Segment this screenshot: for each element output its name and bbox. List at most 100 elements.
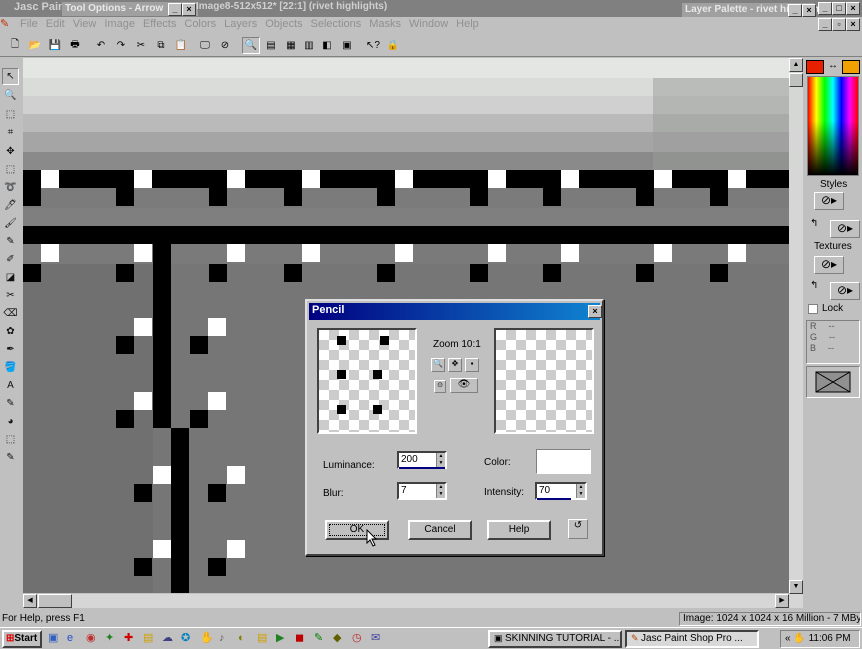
swap-textures-icon[interactable]: ↰ [810,280,818,291]
menu-view[interactable]: View [69,17,101,31]
object-selector-tool-icon[interactable]: ⬚ [2,431,19,448]
minimize-button[interactable]: _ [788,4,802,17]
quick-launch-tool-icon[interactable]: ✦ [105,632,118,645]
move-tool-icon[interactable]: ✥ [2,143,19,160]
monitor-icon[interactable]: 🖵 [196,37,214,54]
minimize-button[interactable]: _ [168,3,182,16]
after-preview[interactable] [494,328,594,434]
paste-icon[interactable]: 📋 [172,37,190,54]
paintbrush-tool-icon[interactable]: 🖌 [2,215,19,232]
clone-tool-icon[interactable]: ✎ [2,233,19,250]
new-icon[interactable]: 🗋 [6,37,24,54]
lock-checkbox[interactable] [808,304,818,314]
maximize-button[interactable]: □ [832,2,846,15]
textures-none-icon[interactable]: ⊘▸ [814,256,844,274]
quick-launch-run-icon[interactable]: ▶ [276,632,289,645]
swap-styles-icon[interactable]: ↰ [810,218,818,229]
zoom-out-icon[interactable]: ▪ [465,358,479,372]
eraser-tool-icon[interactable]: ⌫ [2,305,19,322]
deform-tool-icon[interactable]: ⬚ [2,106,19,123]
options-icon[interactable]: ▤ [262,37,280,54]
menu-edit[interactable]: Edit [42,17,69,31]
no-icon[interactable]: ⊘ [216,37,234,54]
minimize-button[interactable]: _ [818,18,832,31]
menu-selections[interactable]: Selections [307,17,366,31]
scroll-right-arrow[interactable]: ▶ [775,594,789,608]
quick-launch-app-icon[interactable]: ◉ [86,632,99,645]
quick-launch-star-icon[interactable]: ✪ [181,632,194,645]
close-button[interactable]: × [802,4,816,17]
scroll-thumb[interactable] [789,73,803,87]
menu-layers[interactable]: Layers [220,17,261,31]
vertical-scrollbar[interactable]: ▲ ▼ [789,58,803,595]
help-pointer-icon[interactable]: ↖? [364,37,382,54]
minimize-button[interactable]: _ [818,2,832,15]
scroll-up-arrow[interactable]: ▲ [789,58,803,72]
luminance-input[interactable]: 200 ▲ ▼ [397,451,447,469]
quick-launch-clock-icon[interactable]: ◷ [352,632,365,645]
close-button[interactable]: × [846,18,860,31]
before-preview[interactable] [317,328,417,434]
cut-icon[interactable]: ✂ [132,37,150,54]
close-button[interactable]: × [182,3,196,16]
undo-icon[interactable]: ↶ [92,37,110,54]
quick-launch-folder-icon[interactable]: ▤ [143,632,156,645]
color-picker[interactable] [807,76,859,176]
lock-icon[interactable]: 🔒 [384,37,402,54]
text-tool-icon[interactable]: A [2,377,19,394]
spinner-icon[interactable]: ▲ ▼ [576,484,585,498]
draw-tool-icon[interactable]: ✎ [2,395,19,412]
quick-launch-desktop-icon[interactable]: ▣ [48,632,61,645]
horizontal-scrollbar[interactable]: ◀ ▶ [23,594,803,608]
menu-file[interactable]: File [16,17,42,31]
zoom-tool-icon[interactable]: 🔍 [2,87,19,104]
save-icon[interactable]: 💾 [46,37,64,54]
blur-input[interactable]: 7 ▲ ▼ [397,482,447,500]
picture-tube-tool-icon[interactable]: ✿ [2,323,19,340]
luminance-slider[interactable] [399,467,445,469]
selection-tool-icon[interactable]: ⬚ [2,161,19,178]
intensity-slider[interactable] [537,498,571,500]
crop-tool-icon[interactable]: ⌗ [2,124,19,141]
reset-icon[interactable]: ↺ [568,519,588,539]
task-paint-shop-pro[interactable]: ✎ Jasc Paint Shop Pro ... [625,630,759,648]
styles-background-none-icon[interactable]: ⊘▸ [830,220,860,238]
quick-launch-chat-icon[interactable]: ✉ [371,632,384,645]
retouch-tool-icon[interactable]: ◪ [2,269,19,286]
intensity-input[interactable]: 70 ▲ ▼ [535,482,587,500]
help-button[interactable]: Help [487,520,551,540]
foreground-swatch[interactable] [806,60,824,74]
swap-colors-icon[interactable]: ↔ [826,60,840,74]
redo-icon[interactable]: ↷ [112,37,130,54]
zoom-icon[interactable]: 🔍 [242,37,260,54]
dropper-tool-icon[interactable]: 🖊 [2,197,19,214]
scratch-remover-tool-icon[interactable]: ✂ [2,287,19,304]
flood-fill-tool-icon[interactable]: 🪣 [2,359,19,376]
scroll-down-arrow[interactable]: ▼ [789,580,803,594]
background-swatch[interactable] [842,60,860,74]
quick-launch-speaker-icon[interactable]: ◐ [238,632,251,645]
zoom-in-icon[interactable]: 🔍 [431,358,445,372]
quick-launch-hand-icon[interactable]: ✋ [200,632,214,645]
quick-launch-media-icon[interactable]: ◼ [295,632,308,645]
quick-launch-plus-icon[interactable]: ✚ [124,632,137,645]
proof-eye-icon[interactable]: 👁 [450,378,478,393]
restore-button[interactable]: ▫ [832,18,846,31]
histogram-icon[interactable]: ▦ [282,37,300,54]
pan-icon[interactable]: ✥ [448,358,462,372]
dialog-close-button[interactable]: × [588,305,602,318]
textures-background-none-icon[interactable]: ⊘▸ [830,282,860,300]
start-button[interactable]: ⊞Start [2,630,42,648]
spinner-icon[interactable]: ▲ ▼ [436,453,445,467]
styles-none-icon[interactable]: ⊘▸ [814,192,844,210]
overview-icon[interactable]: ▣ [338,37,356,54]
task-skinning-tutorial[interactable]: ▣ SKINNING TUTORIAL - ... [488,630,622,648]
ok-button[interactable]: OK [325,520,389,540]
print-icon[interactable]: 🖶 [66,37,84,54]
scroll-left-arrow[interactable]: ◀ [23,594,37,608]
app-icon[interactable]: ✎ [0,17,16,30]
quick-launch-sound-icon[interactable]: ♪ [219,632,232,645]
menu-masks[interactable]: Masks [365,17,405,31]
menu-colors[interactable]: Colors [180,17,220,31]
chart-icon[interactable]: ▥ [300,37,318,54]
